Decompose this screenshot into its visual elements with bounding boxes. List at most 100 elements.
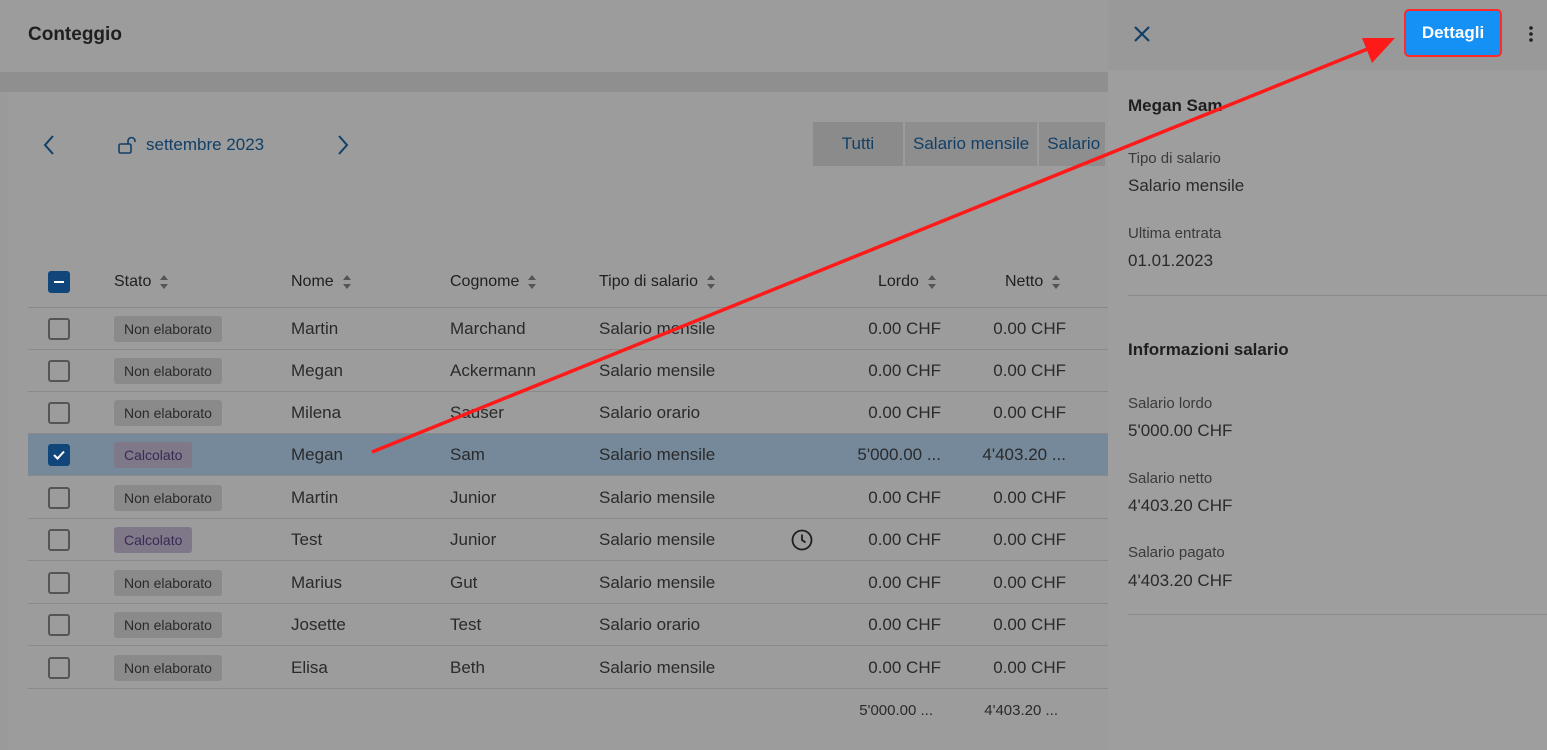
cell-lordo: 0.00 CHF xyxy=(868,573,941,592)
row-checkbox[interactable] xyxy=(48,402,70,424)
status-badge: Non elaborato xyxy=(114,655,222,681)
sort-icon xyxy=(927,274,937,290)
cell-cognome: Sam xyxy=(450,445,485,464)
sort-icon xyxy=(706,274,716,290)
status-badge: Calcolato xyxy=(114,442,193,468)
details-panel: Dettagli Megan Sam Tipo di salario Salar… xyxy=(1108,0,1547,750)
table-row-selected[interactable]: Calcolato Megan Sam Salario mensile 5'00… xyxy=(28,434,1138,476)
column-tipo[interactable]: Tipo di salario xyxy=(599,256,716,308)
column-netto[interactable]: Netto xyxy=(1005,256,1061,308)
panel-divider xyxy=(1128,295,1547,296)
cell-netto: 4'403.20 ... xyxy=(982,445,1066,464)
cell-tipo: Salario mensile xyxy=(599,445,716,464)
row-checkbox[interactable] xyxy=(48,529,70,551)
more-vert-icon[interactable] xyxy=(1521,22,1541,46)
cell-netto: 0.00 CHF xyxy=(993,658,1066,677)
cell-lordo: 0.00 CHF xyxy=(868,361,941,380)
next-month-button[interactable] xyxy=(330,133,354,157)
close-icon[interactable] xyxy=(1130,22,1154,46)
cell-lordo: 0.00 CHF xyxy=(868,658,941,677)
cell-tipo: Salario orario xyxy=(599,403,701,422)
cell-lordo: 0.00 CHF xyxy=(868,530,941,549)
column-lordo-label: Lordo xyxy=(878,273,919,290)
cell-nome: Megan xyxy=(291,445,343,464)
column-cognome[interactable]: Cognome xyxy=(450,256,537,308)
main-card: settembre 2023 Tutti Salario mensile Sal… xyxy=(8,92,1138,750)
column-lordo[interactable]: Lordo xyxy=(878,256,937,308)
cell-lordo: 0.00 CHF xyxy=(868,403,941,422)
details-button[interactable]: Dettagli xyxy=(1406,11,1500,55)
cell-tipo: Salario mensile xyxy=(599,488,716,507)
salario-netto-label: Salario netto xyxy=(1128,470,1213,487)
sort-icon xyxy=(527,274,537,290)
total-lordo: 5'000.00 ... xyxy=(859,701,933,719)
row-checkbox[interactable] xyxy=(48,444,70,466)
salary-type-filter: Tutti Salario mensile Salario xyxy=(813,122,1106,166)
row-checkbox[interactable] xyxy=(48,614,70,636)
filter-salary-button[interactable]: Salario xyxy=(1039,122,1106,166)
table-row[interactable]: Non elaborato Megan Ackermann Salario me… xyxy=(28,350,1138,392)
cell-cognome: Junior xyxy=(450,530,497,549)
chevron-right-icon xyxy=(338,135,349,155)
table-row[interactable]: Non elaborato Marius Gut Salario mensile… xyxy=(28,562,1138,604)
table-row[interactable]: Calcolato Test Junior Salario mensile 0.… xyxy=(28,519,1138,561)
row-checkbox[interactable] xyxy=(48,360,70,382)
table-row[interactable]: Non elaborato Josette Test Salario orari… xyxy=(28,604,1138,646)
status-badge: Non elaborato xyxy=(114,612,222,638)
cell-tipo: Salario mensile xyxy=(599,361,716,380)
unlock-icon xyxy=(118,136,138,154)
panel-toolbar: Dettagli xyxy=(1108,0,1547,70)
select-all-checkbox-cell[interactable] xyxy=(48,256,70,308)
table-row[interactable]: Non elaborato Martin Marchand Salario me… xyxy=(28,308,1138,350)
status-badge: Non elaborato xyxy=(114,570,222,596)
cell-cognome: Sauser xyxy=(450,403,504,422)
cell-nome: Martin xyxy=(291,319,339,338)
clock-icon xyxy=(790,519,814,561)
sort-icon xyxy=(342,274,352,290)
cell-nome: Test xyxy=(291,530,323,549)
panel-divider xyxy=(1128,614,1547,615)
period-selector[interactable]: settembre 2023 xyxy=(118,135,264,155)
table-row[interactable]: Non elaborato Martin Junior Salario mens… xyxy=(28,477,1138,519)
page-title: Conteggio xyxy=(28,24,122,45)
salario-lordo-label: Salario lordo xyxy=(1128,395,1213,412)
select-all-checkbox[interactable] xyxy=(48,271,70,293)
row-checkbox[interactable] xyxy=(48,657,70,679)
cell-tipo: Salario mensile xyxy=(599,658,716,677)
row-checkbox[interactable] xyxy=(48,572,70,594)
tipo-salario-value: Salario mensile xyxy=(1128,176,1245,195)
table-row[interactable]: Non elaborato Elisa Beth Salario mensile… xyxy=(28,647,1138,689)
salary-info-title: Informazioni salario xyxy=(1128,340,1289,359)
column-nome[interactable]: Nome xyxy=(291,256,352,308)
ultima-entrata-value: 01.01.2023 xyxy=(1128,251,1214,270)
cell-cognome: Marchand xyxy=(450,319,526,338)
cell-lordo: 0.00 CHF xyxy=(868,319,941,338)
row-checkbox[interactable] xyxy=(48,318,70,340)
status-badge: Non elaborato xyxy=(114,400,222,426)
row-checkbox[interactable] xyxy=(48,487,70,509)
tipo-salario-label: Tipo di salario xyxy=(1128,150,1221,167)
cell-netto: 0.00 CHF xyxy=(993,403,1066,422)
cell-tipo: Salario mensile xyxy=(599,573,716,592)
salario-netto-value: 4'403.20 CHF xyxy=(1128,496,1233,515)
filter-monthly-button[interactable]: Salario mensile xyxy=(905,122,1038,166)
status-badge: Non elaborato xyxy=(114,485,222,511)
period-label: settembre 2023 xyxy=(146,135,265,154)
cell-nome: Elisa xyxy=(291,658,328,677)
cell-netto: 0.00 CHF xyxy=(993,573,1066,592)
sort-icon xyxy=(1051,274,1061,290)
cell-lordo: 0.00 CHF xyxy=(868,615,941,634)
cell-netto: 0.00 CHF xyxy=(993,361,1066,380)
cell-tipo: Salario mensile xyxy=(599,319,716,338)
column-stato[interactable]: Stato xyxy=(114,256,169,308)
cell-netto: 0.00 CHF xyxy=(993,319,1066,338)
status-badge: Calcolato xyxy=(114,527,193,553)
column-cognome-label: Cognome xyxy=(450,273,520,290)
salario-pagato-label: Salario pagato xyxy=(1128,544,1225,561)
status-badge: Non elaborato xyxy=(114,316,222,342)
filter-all-button[interactable]: Tutti xyxy=(813,122,903,166)
sort-icon xyxy=(159,274,169,290)
cell-nome: Megan xyxy=(291,361,343,380)
previous-month-button[interactable] xyxy=(38,133,62,157)
table-row[interactable]: Non elaborato Milena Sauser Salario orar… xyxy=(28,392,1138,434)
